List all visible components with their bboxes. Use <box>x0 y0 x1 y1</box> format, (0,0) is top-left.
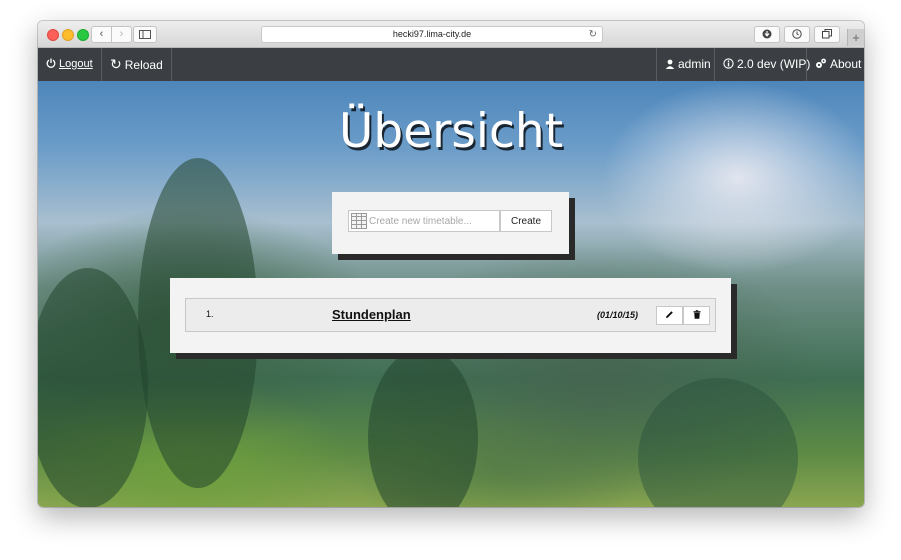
download-icon <box>762 29 772 39</box>
user-icon <box>665 48 675 81</box>
browser-toolbar: ‹ › hecki97.lima-city.de ↻ + <box>38 21 864 48</box>
zoom-window-button[interactable] <box>77 29 89 41</box>
tabs-overview-button[interactable] <box>814 26 840 43</box>
pencil-icon <box>666 311 673 318</box>
edit-button[interactable] <box>656 306 683 325</box>
close-window-button[interactable] <box>47 29 59 41</box>
back-button[interactable]: ‹ <box>91 26 112 43</box>
power-icon <box>46 48 56 81</box>
url-text: hecki97.lima-city.de <box>392 29 472 39</box>
forward-button[interactable]: › <box>111 26 132 43</box>
background-tree-shape <box>368 348 478 507</box>
page-title: Übersicht <box>338 104 564 159</box>
browser-window: ‹ › hecki97.lima-city.de ↻ + Logout ↻ Re… <box>38 21 864 507</box>
refresh-icon: ↻ <box>110 56 122 72</box>
minimize-window-button[interactable] <box>62 29 74 41</box>
history-button[interactable] <box>784 26 810 43</box>
history-icon <box>792 29 802 39</box>
create-timetable-card: Create <box>332 192 569 254</box>
page-viewport: Logout ↻ Reload admin 2.0 dev (WIP) Abou… <box>38 48 864 507</box>
create-timetable-input[interactable] <box>369 212 497 230</box>
create-button[interactable]: Create <box>500 210 552 232</box>
reload-icon[interactable]: ↻ <box>589 27 597 42</box>
sidebar-toggle-button[interactable] <box>133 26 157 43</box>
new-tab-button[interactable]: + <box>847 29 864 46</box>
timetable-list-card: 1. Stundenplan (01/10/15) <box>170 278 731 353</box>
version-label: 2.0 dev (WIP) <box>737 57 811 71</box>
reload-link[interactable]: ↻ Reload <box>102 48 172 81</box>
version-link[interactable]: 2.0 dev (WIP) <box>714 48 818 81</box>
address-bar[interactable]: hecki97.lima-city.de ↻ <box>261 26 603 43</box>
about-link[interactable]: About <box>806 48 864 81</box>
user-link[interactable]: admin <box>656 48 719 81</box>
user-label: admin <box>678 57 711 71</box>
tabs-icon <box>822 29 832 39</box>
logout-label: Logout <box>59 58 93 70</box>
logout-link[interactable]: Logout <box>38 48 102 81</box>
top-navbar: Logout ↻ Reload admin 2.0 dev (WIP) Abou… <box>38 48 864 81</box>
reload-label: Reload <box>124 58 163 72</box>
delete-button[interactable] <box>683 306 710 325</box>
info-icon <box>723 48 734 81</box>
sidebar-icon <box>139 30 151 39</box>
timetable-row: 1. Stundenplan (01/10/15) <box>185 298 716 332</box>
gears-icon <box>815 48 827 81</box>
trash-icon <box>693 310 700 319</box>
background-tree-shape <box>638 378 798 507</box>
timetable-index: 1. <box>206 309 214 319</box>
timetable-name-link[interactable]: Stundenplan <box>332 307 411 322</box>
table-icon <box>351 213 367 229</box>
about-label: About <box>830 57 862 71</box>
downloads-button[interactable] <box>754 26 780 43</box>
timetable-date: (01/10/15) <box>597 310 639 320</box>
create-timetable-field <box>348 210 500 232</box>
background-tree-shape <box>38 268 148 507</box>
